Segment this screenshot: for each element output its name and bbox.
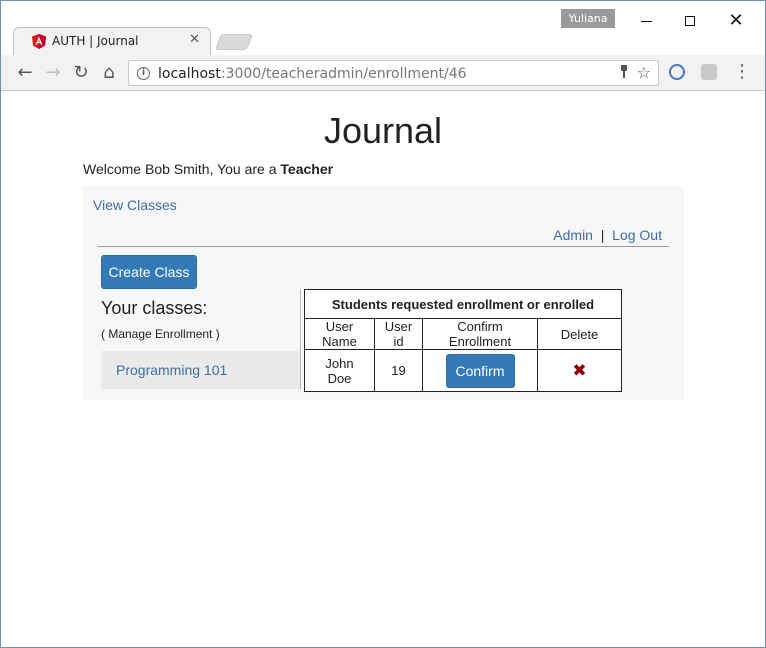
- welcome-message: Welcome Bob Smith, You are a Teacher: [83, 161, 333, 177]
- url-host: localhost: [158, 66, 221, 82]
- cell-confirm: Confirm: [422, 349, 538, 392]
- tab-close-icon[interactable]: ✕: [189, 32, 200, 47]
- profile-badge[interactable]: Yuliana: [561, 9, 615, 28]
- browser-tab[interactable]: AUTH | Journal ✕: [13, 27, 211, 55]
- divider: [98, 246, 669, 247]
- class-name[interactable]: Programming 101: [116, 362, 227, 378]
- table-row: John Doe 19 Confirm ✖: [304, 349, 622, 392]
- url-path: :3000/teacheradmin/enrollment/46: [220, 66, 467, 82]
- enrollment-table: Students requested enrollment or enrolle…: [304, 289, 622, 392]
- user-role: Teacher: [280, 161, 334, 177]
- maximize-icon: [685, 16, 695, 26]
- header-delete: Delete: [537, 318, 622, 350]
- bookmark-star-icon[interactable]: ☆: [637, 63, 651, 82]
- link-separator: |: [600, 227, 605, 243]
- browser-toolbar: ← → ↻ ⌂ i localhost:3000/teacheradmin/en…: [1, 55, 765, 91]
- logout-link[interactable]: Log Out: [612, 227, 662, 243]
- menu-dots-icon[interactable]: ⋮: [733, 61, 751, 82]
- angular-icon: [32, 34, 46, 49]
- title-bar: Yuliana ✕ AUTH | Journal ✕: [1, 1, 765, 55]
- header-confirm-enrollment: Confirm Enrollment: [422, 318, 538, 350]
- url-text[interactable]: localhost:3000/teacheradmin/enrollment/4…: [158, 66, 467, 82]
- cell-user-id: 19: [374, 349, 423, 392]
- cell-user-name: John Doe: [304, 349, 375, 392]
- browser-window: Yuliana ✕ AUTH | Journal ✕ ← → ↻ ⌂ i loc…: [0, 0, 766, 648]
- confirm-button[interactable]: Confirm: [445, 353, 515, 388]
- extension-box-icon[interactable]: [701, 64, 717, 80]
- maximize-button[interactable]: [667, 7, 713, 35]
- page-content: Journal Welcome Bob Smith, You are a Tea…: [1, 92, 765, 647]
- reload-icon[interactable]: ↻: [71, 63, 91, 83]
- home-icon[interactable]: ⌂: [99, 63, 119, 83]
- view-classes-link[interactable]: View Classes: [93, 197, 177, 213]
- header-user-id: User id: [374, 318, 423, 350]
- back-icon[interactable]: ←: [15, 63, 35, 83]
- manage-enrollment-label: ( Manage Enrollment ): [101, 327, 220, 341]
- address-bar[interactable]: i localhost:3000/teacheradmin/enrollment…: [128, 60, 659, 86]
- admin-link[interactable]: Admin: [553, 227, 593, 243]
- minimize-button[interactable]: [623, 7, 669, 35]
- extension-phone-icon[interactable]: [669, 64, 685, 80]
- welcome-text: Welcome Bob Smith, You are a: [83, 161, 281, 177]
- cell-delete: ✖: [537, 349, 622, 392]
- tab-title: AUTH | Journal: [52, 34, 139, 48]
- new-tab-button[interactable]: [215, 34, 253, 50]
- page-title: Journal: [323, 110, 443, 151]
- class-list-item[interactable]: Programming 101: [101, 351, 301, 389]
- table-caption: Students requested enrollment or enrolle…: [304, 289, 622, 319]
- delete-icon[interactable]: ✖: [572, 361, 586, 381]
- forward-icon[interactable]: →: [43, 63, 63, 83]
- header-user-name: User Name: [304, 318, 375, 350]
- main-panel: View Classes Admin | Log Out Create Clas…: [83, 186, 684, 400]
- close-icon: ✕: [728, 10, 744, 31]
- your-classes-heading: Your classes:: [101, 298, 208, 318]
- create-class-button[interactable]: Create Class: [101, 255, 197, 289]
- column-divider: [300, 289, 301, 389]
- info-icon[interactable]: i: [137, 67, 150, 80]
- close-window-button[interactable]: ✕: [713, 7, 759, 35]
- minimize-icon: [640, 20, 652, 22]
- table-header-row: User Name User id Confirm Enrollment Del…: [304, 318, 622, 350]
- key-icon[interactable]: [620, 65, 628, 79]
- top-links: Admin | Log Out: [553, 227, 662, 243]
